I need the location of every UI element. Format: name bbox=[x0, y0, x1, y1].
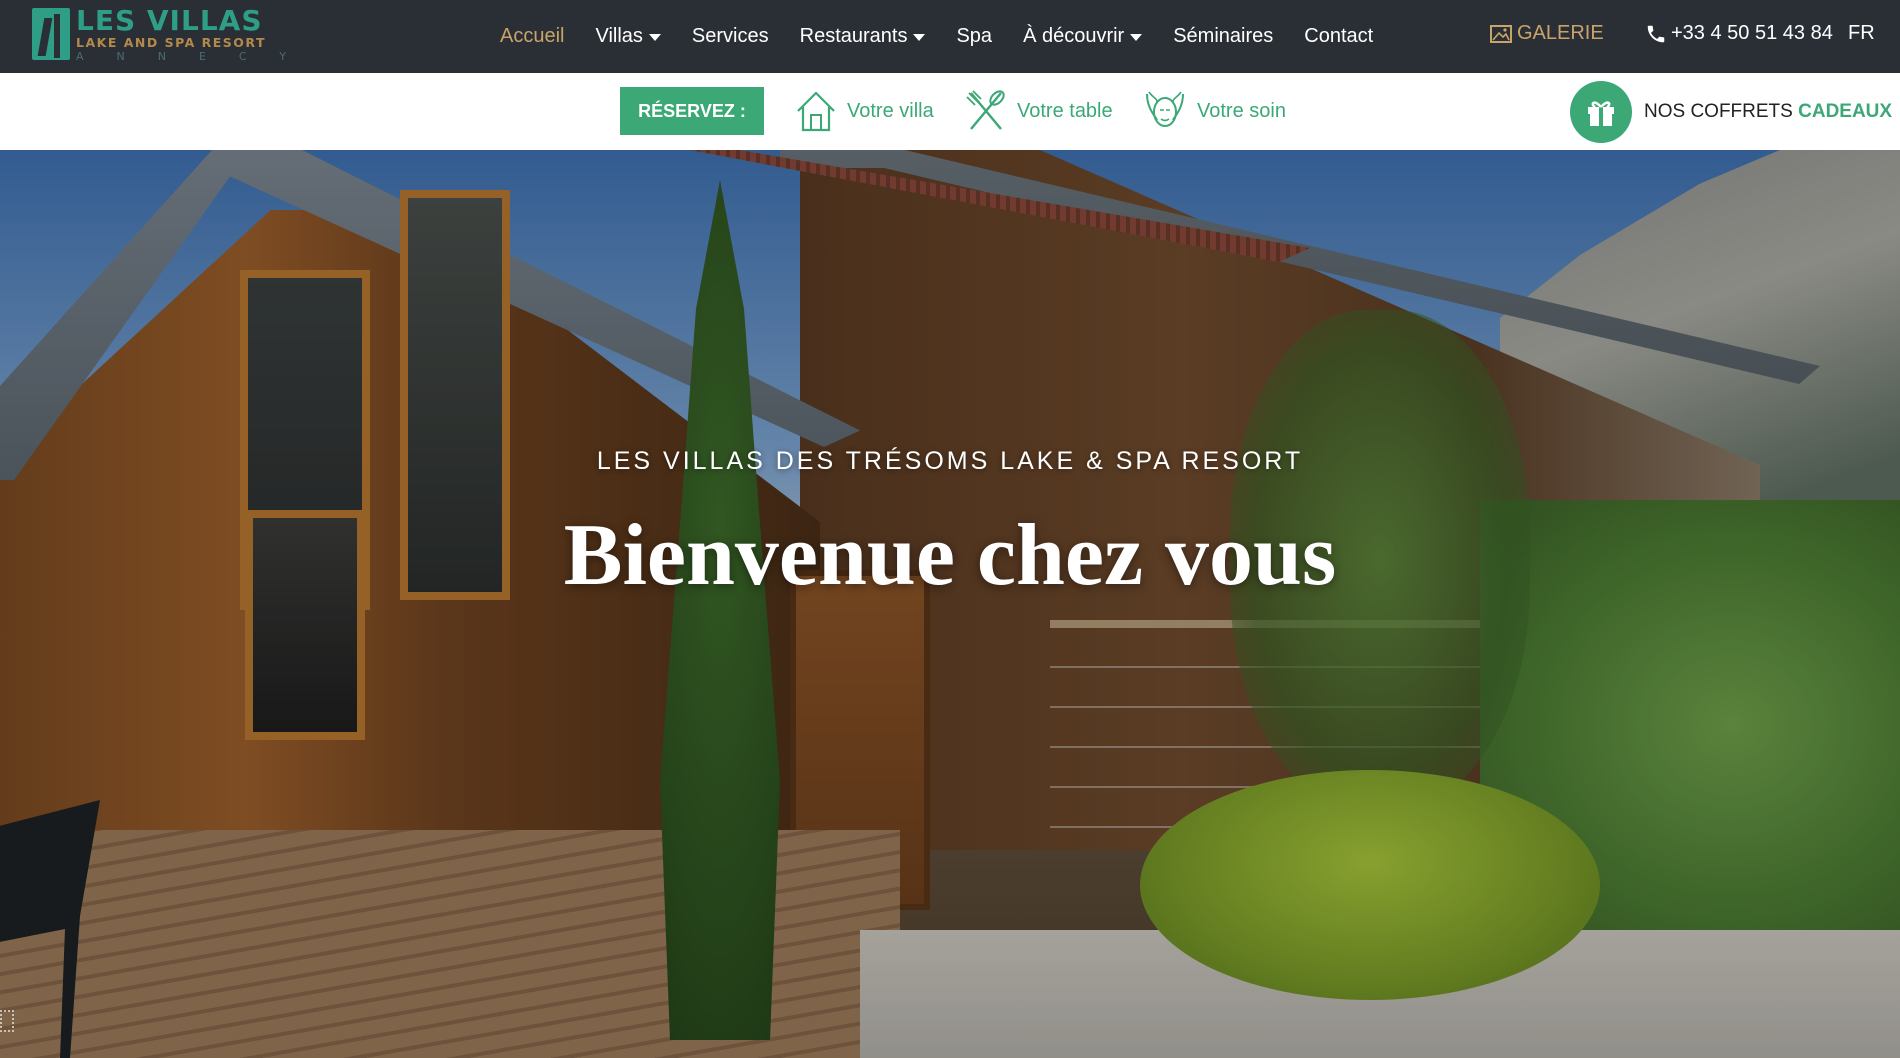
booking-bar: RÉSERVEZ : Votre villa Votre table Votre… bbox=[0, 73, 1900, 150]
hero-banner: LES VILLAS DES TRÉSOMS LAKE & SPA RESORT… bbox=[0, 150, 1900, 1058]
top-navigation: LES VILLAS LAKE AND SPA RESORT ANNECY Ac… bbox=[0, 0, 1900, 73]
gift-voucher-link[interactable]: NOS COFFRETS CADEAUX bbox=[1570, 81, 1892, 143]
face-leaf-icon bbox=[1146, 91, 1184, 127]
gallery-label: GALERIE bbox=[1517, 22, 1604, 44]
cookie-settings-icon[interactable] bbox=[0, 1010, 14, 1032]
logo-title: LES VILLAS bbox=[76, 4, 263, 37]
nav-item-villas[interactable]: Villas bbox=[595, 25, 661, 48]
fork-knife-icon bbox=[966, 90, 1005, 130]
gallery-link[interactable]: GALERIE bbox=[1490, 22, 1604, 45]
nav-item-accueil[interactable]: Accueil bbox=[500, 25, 564, 48]
nav-item-label: Services bbox=[691, 25, 769, 47]
nav-item-label: Accueil bbox=[500, 25, 565, 47]
nav-item-seminaires[interactable]: Séminaires bbox=[1173, 25, 1273, 48]
nav-item-label: Villas bbox=[595, 25, 643, 47]
nav-item-label: À découvrir bbox=[1023, 25, 1125, 47]
nav-item-label: Contact bbox=[1304, 25, 1374, 47]
nav-item-spa[interactable]: Spa bbox=[956, 25, 992, 48]
gift-voucher-label: NOS COFFRETS CADEAUX bbox=[1644, 101, 1892, 123]
book-soin-link[interactable]: Votre soin bbox=[1143, 87, 1286, 135]
nav-item-label: Séminaires bbox=[1173, 25, 1274, 47]
gift-accent: CADEAUX bbox=[1798, 101, 1893, 122]
resort-logo[interactable]: LES VILLAS LAKE AND SPA RESORT ANNECY bbox=[30, 6, 290, 66]
logo-subtitle: LAKE AND SPA RESORT bbox=[76, 35, 267, 50]
nav-item-label: Spa bbox=[956, 25, 993, 47]
language-switcher[interactable]: FR bbox=[1848, 22, 1875, 45]
logo-mark-icon bbox=[32, 8, 70, 60]
logo-city: ANNECY bbox=[76, 50, 320, 63]
nav-item-restaurants[interactable]: Restaurants bbox=[800, 25, 926, 48]
hero-subtitle: LES VILLAS DES TRÉSOMS LAKE & SPA RESORT bbox=[596, 447, 1304, 475]
main-menu: Accueil Villas Services Restaurants Spa … bbox=[500, 0, 1404, 73]
gift-prefix: NOS COFFRETS bbox=[1644, 101, 1799, 122]
reserve-button[interactable]: RÉSERVEZ : bbox=[620, 87, 764, 135]
book-table-label: Votre table bbox=[1017, 99, 1113, 122]
caret-down-icon bbox=[913, 34, 926, 41]
book-soin-label: Votre soin bbox=[1197, 99, 1286, 122]
phone-link[interactable]: +33 4 50 51 43 84 bbox=[1645, 22, 1833, 45]
hero-title: Bienvenue chez vous bbox=[563, 507, 1337, 604]
caret-down-icon bbox=[1130, 34, 1143, 41]
book-table-link[interactable]: Votre table bbox=[965, 87, 1113, 135]
nav-item-contact[interactable]: Contact bbox=[1304, 25, 1373, 48]
phone-number: +33 4 50 51 43 84 bbox=[1671, 22, 1833, 44]
nav-item-label: Restaurants bbox=[799, 25, 908, 47]
nav-item-services[interactable]: Services bbox=[692, 25, 769, 48]
house-icon bbox=[797, 91, 835, 132]
gift-icon bbox=[1570, 81, 1632, 143]
caret-down-icon bbox=[648, 34, 661, 41]
picture-icon bbox=[1490, 24, 1512, 43]
book-villa-label: Votre villa bbox=[847, 99, 934, 122]
phone-icon bbox=[1647, 25, 1665, 42]
book-villa-link[interactable]: Votre villa bbox=[795, 87, 934, 135]
nav-item-a-decouvrir[interactable]: À découvrir bbox=[1023, 25, 1143, 48]
